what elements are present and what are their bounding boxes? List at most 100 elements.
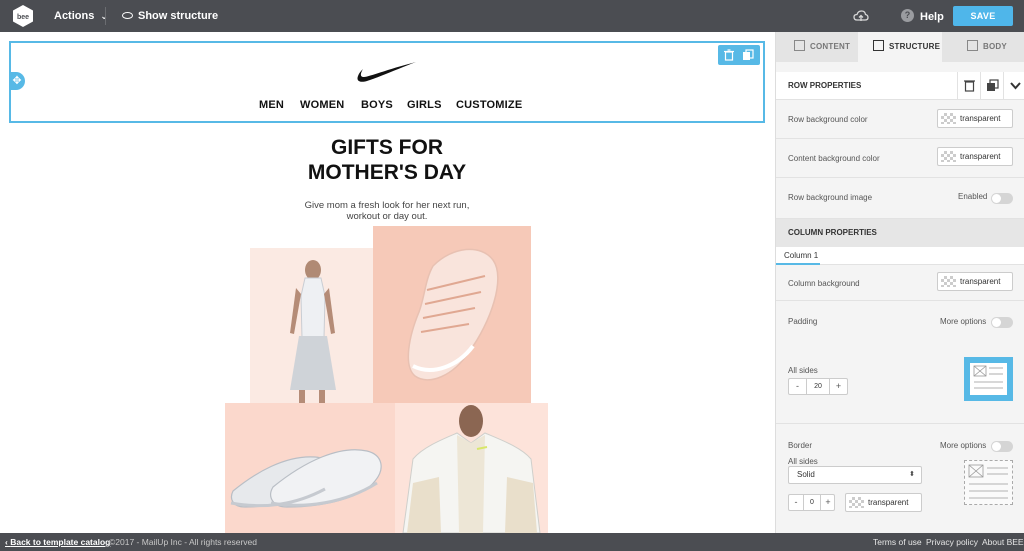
column-properties-heading: COLUMN PROPERTIES: [776, 219, 1024, 247]
nav-link-customize[interactable]: CUSTOMIZE: [456, 99, 522, 111]
back-to-catalog-link[interactable]: ‹ Back to template catalog: [5, 537, 110, 547]
border-color-picker[interactable]: transparent: [845, 493, 922, 512]
content-bg-color-field: Content background color transparent: [776, 139, 1024, 178]
trash-icon[interactable]: [723, 49, 735, 61]
increment-button[interactable]: +: [830, 379, 847, 394]
eye-icon: [122, 12, 133, 19]
actions-menu[interactable]: Actions⌄: [54, 10, 108, 22]
logo-text: bee: [17, 14, 29, 21]
nav-link-girls[interactable]: GIRLS: [407, 99, 442, 111]
row-bg-color-picker[interactable]: transparent: [937, 109, 1013, 128]
duplicate-icon[interactable]: [742, 49, 754, 61]
terms-link[interactable]: Terms of use: [873, 537, 922, 547]
padding-value[interactable]: 20: [806, 379, 830, 394]
tab-body[interactable]: BODY: [942, 32, 1024, 62]
column-tabs: Column 1: [776, 247, 1024, 265]
divider: [105, 7, 106, 25]
decrement-button[interactable]: -: [789, 379, 806, 394]
row-bg-color-value: transparent: [960, 114, 1001, 123]
hero-subtitle-line2: workout or day out.: [346, 211, 428, 222]
copyright-text: ©2017 - MailUp Inc - All rights reserved: [109, 537, 257, 547]
row-bg-image-label: Row background image: [788, 193, 873, 202]
increment-button[interactable]: +: [821, 495, 835, 510]
privacy-link[interactable]: Privacy policy: [926, 537, 978, 547]
about-link[interactable]: About BEE: [982, 537, 1024, 547]
nav-link-men[interactable]: MEN: [259, 99, 284, 111]
tab-content-label: CONTENT: [810, 42, 851, 51]
duplicate-icon[interactable]: [980, 72, 1003, 100]
email-canvas[interactable]: ✥ MEN WOMEN BOYS GIRLS CUSTOMIZE GIFTS F…: [0, 32, 775, 533]
select-arrows-icon: ⬍: [909, 471, 915, 478]
row-bg-color-field: Row background color transparent: [776, 100, 1024, 139]
row-properties-toolbar: [957, 72, 1024, 100]
properties-panel: CONTENT STRUCTURE BODY ROW PROPERTIES Ro…: [775, 32, 1024, 533]
help-icon[interactable]: ?: [901, 9, 914, 22]
product-image-jacket[interactable]: [395, 403, 548, 533]
actions-label: Actions: [54, 10, 95, 22]
checker-swatch: [941, 151, 956, 162]
tab-body-label: BODY: [983, 42, 1007, 51]
nike-logo: [357, 62, 416, 82]
checker-swatch: [941, 276, 956, 287]
hero-title-line1: GIFTS FOR: [331, 136, 443, 159]
border-width-value[interactable]: 0: [803, 495, 821, 510]
border-more-options-label: More options: [940, 441, 987, 450]
body-icon: [967, 40, 978, 51]
bee-logo[interactable]: bee: [12, 4, 34, 28]
border-width-stepper[interactable]: - 0 +: [788, 494, 835, 511]
border-all-sides-label: All sides: [788, 457, 818, 466]
enabled-label: Enabled: [958, 192, 988, 201]
tab-content[interactable]: CONTENT: [776, 32, 858, 62]
row-bg-image-field: Row background image Enabled: [776, 178, 1024, 219]
product-image-tennis-outfit[interactable]: [250, 248, 373, 405]
tab-column-1[interactable]: Column 1: [784, 251, 818, 260]
hero-title[interactable]: GIFTS FOR MOTHER'S DAY: [240, 135, 534, 185]
padding-more-options-toggle[interactable]: [991, 317, 1013, 328]
help-link[interactable]: Help: [920, 11, 944, 23]
column-bg-label: Column background: [788, 279, 860, 288]
save-button[interactable]: SAVE: [953, 6, 1013, 26]
row-bg-image-toggle[interactable]: [991, 193, 1013, 204]
chevron-down-icon[interactable]: [1003, 72, 1024, 100]
border-preview-icon: [964, 460, 1013, 505]
content-bg-color-label: Content background color: [788, 154, 880, 163]
row-bg-color-label: Row background color: [788, 115, 868, 124]
content-bg-color-picker[interactable]: transparent: [937, 147, 1013, 166]
border-more-options-toggle[interactable]: [991, 441, 1013, 452]
row-toolbar: [718, 45, 760, 65]
padding-preview-icon: [964, 357, 1013, 401]
hero-subtitle-line1: Give mom a fresh look for her next run,: [304, 200, 470, 211]
nav-link-boys[interactable]: BOYS: [361, 99, 393, 111]
border-color-value: transparent: [868, 498, 909, 507]
column-bg-value: transparent: [960, 277, 1001, 286]
hero-title-line2: MOTHER'S DAY: [307, 161, 467, 184]
all-sides-label: All sides: [788, 366, 818, 375]
trash-icon[interactable]: [957, 72, 980, 100]
padding-label: Padding: [788, 317, 818, 326]
border-style-value: Solid: [797, 470, 815, 479]
column-bg-color-picker[interactable]: transparent: [937, 272, 1013, 291]
cloud-upload-icon[interactable]: [853, 8, 869, 24]
grid-icon: [794, 40, 805, 51]
show-structure-button[interactable]: Show structure: [122, 10, 218, 22]
decrement-button[interactable]: -: [789, 495, 803, 510]
padding-more-options-label: More options: [940, 317, 987, 326]
content-bg-color-value: transparent: [960, 152, 1001, 161]
column-bg-field: Column background transparent: [776, 265, 1024, 301]
padding-stepper[interactable]: - 20 +: [788, 378, 848, 395]
tab-structure-label: STRUCTURE: [889, 42, 941, 51]
border-style-select[interactable]: Solid ⬍: [788, 466, 922, 484]
footer-bar: ‹ Back to template catalog ©2017 - MailU…: [0, 533, 1024, 551]
tab-structure[interactable]: STRUCTURE: [858, 32, 942, 62]
hero-subtitle[interactable]: Give mom a fresh look for her next run, …: [276, 200, 498, 222]
panel-tabs: CONTENT STRUCTURE BODY: [776, 32, 1024, 62]
rows-icon: [873, 40, 884, 51]
checker-swatch: [941, 113, 956, 124]
product-image-pink-sneaker[interactable]: [373, 226, 531, 405]
nav-link-women[interactable]: WOMEN: [300, 99, 344, 111]
border-label: Border: [788, 441, 813, 450]
top-bar: bee Actions⌄ Show structure ? Help SAVE: [0, 0, 1024, 32]
product-image-grey-sneakers[interactable]: [225, 403, 395, 533]
back-label: Back to template catalog: [10, 537, 111, 547]
checker-swatch: [849, 497, 864, 508]
